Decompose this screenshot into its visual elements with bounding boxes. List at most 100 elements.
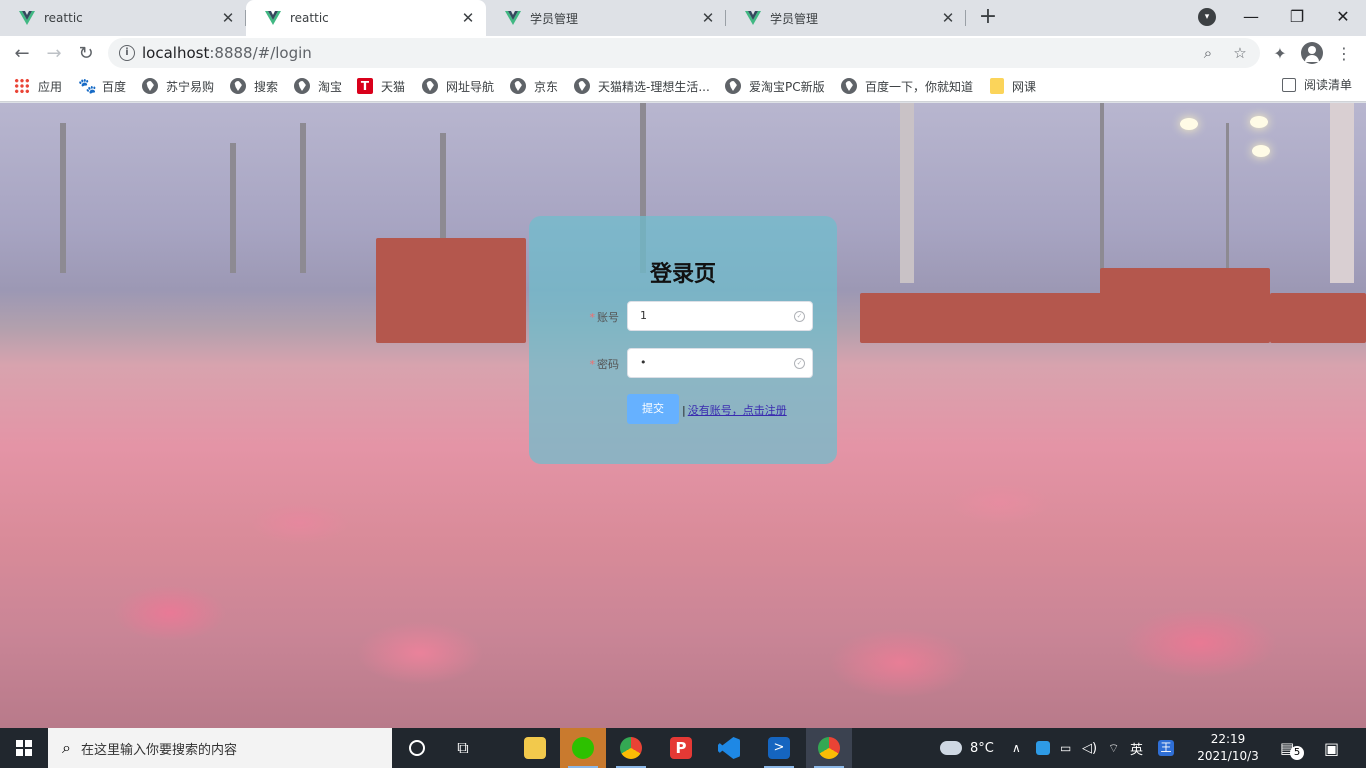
battery-icon[interactable]: ▭ bbox=[1060, 728, 1071, 768]
bookmark-apps[interactable]: 应用 bbox=[14, 76, 62, 96]
taskbar-search[interactable]: ⌕ 在这里输入你要搜索的内容 bbox=[48, 728, 392, 768]
baidu-paw-icon: 🐾 bbox=[78, 77, 97, 95]
windows-logo-icon bbox=[16, 740, 32, 756]
tray-overflow-icon[interactable]: ∧ bbox=[1012, 728, 1021, 768]
bookmark-star-icon[interactable]: ☆ bbox=[1230, 43, 1250, 63]
tab-search-icon[interactable]: ▾ bbox=[1198, 8, 1216, 26]
cortana-icon bbox=[409, 740, 425, 756]
search-placeholder: 在这里输入你要搜索的内容 bbox=[80, 742, 237, 758]
tab-title: reattic bbox=[44, 11, 83, 25]
address-bar[interactable]: i localhost:8888/#/login ⌕ ☆ bbox=[108, 38, 1260, 68]
menu-icon[interactable]: ⋮ bbox=[1332, 41, 1356, 65]
tab-3[interactable]: 学员管理 ✕ bbox=[486, 0, 726, 36]
tab-4[interactable]: 学员管理 ✕ bbox=[726, 0, 966, 36]
pdf-app-icon: P bbox=[670, 737, 692, 759]
bookmark-suning[interactable]: 苏宁易购 bbox=[142, 76, 214, 96]
check-circle-icon: ✓ bbox=[794, 358, 805, 369]
minimize-button[interactable]: — bbox=[1228, 0, 1274, 32]
taskbar-wechat[interactable] bbox=[560, 728, 606, 768]
url-text[interactable]: localhost:8888/#/login bbox=[142, 44, 312, 62]
tab-close-icon[interactable]: ✕ bbox=[460, 10, 476, 26]
taskbar-wps[interactable]: P bbox=[658, 728, 704, 768]
bookmark-aitaobao[interactable]: 爱淘宝PC新版 bbox=[725, 76, 825, 96]
password-label: * 密码 bbox=[589, 358, 620, 371]
account-label: * 账号 bbox=[589, 311, 620, 324]
taskbar-chrome-1[interactable] bbox=[608, 728, 654, 768]
bookmark-baidu[interactable]: 🐾 百度 bbox=[78, 76, 126, 96]
taskbar-explorer[interactable] bbox=[512, 728, 558, 768]
folder-icon bbox=[524, 737, 546, 759]
start-button[interactable] bbox=[0, 728, 48, 768]
restore-button[interactable]: ❐ bbox=[1274, 0, 1320, 32]
clock-time: 22:19 bbox=[1210, 732, 1246, 746]
bookmark-folder-wangke[interactable]: 网课 bbox=[990, 76, 1036, 96]
network-icon[interactable]: ⌔ bbox=[1108, 728, 1119, 768]
vue-logo-icon bbox=[264, 9, 282, 27]
security-icon[interactable] bbox=[1036, 728, 1050, 768]
tab-close-icon[interactable]: ✕ bbox=[220, 10, 236, 26]
windows-taskbar: ⌕ 在这里输入你要搜索的内容 ⧉ P > 8°C ∧ ▭ ◁) ⌔ 英 王 22… bbox=[0, 728, 1366, 768]
bookmark-baidu-search[interactable]: 百度一下，你就知道 bbox=[841, 76, 973, 96]
zoom-icon[interactable]: ⌕ bbox=[1198, 43, 1218, 63]
bookmark-tmall[interactable]: T 天猫 bbox=[357, 76, 405, 96]
clock[interactable]: 22:19 2021/10/3 bbox=[1188, 731, 1268, 765]
reading-list-button[interactable]: 阅读清单 bbox=[1281, 76, 1352, 93]
tab-2[interactable]: reattic ✕ bbox=[246, 0, 486, 36]
globe-icon bbox=[294, 78, 310, 94]
apps-icon bbox=[14, 78, 30, 94]
input-method-icon[interactable]: 王 bbox=[1158, 728, 1174, 768]
reload-button[interactable]: ↻ bbox=[72, 39, 100, 67]
submit-button[interactable]: 提交 bbox=[627, 394, 679, 424]
globe-icon bbox=[725, 78, 741, 94]
bookmark-search[interactable]: 搜索 bbox=[230, 76, 278, 96]
clock-date: 2021/10/3 bbox=[1197, 749, 1259, 763]
new-tab-button[interactable]: + bbox=[976, 6, 1000, 30]
cortana-button[interactable] bbox=[394, 728, 440, 768]
globe-icon bbox=[142, 78, 158, 94]
password-value: • bbox=[640, 356, 647, 369]
profile-avatar[interactable] bbox=[1301, 42, 1323, 64]
site-info-icon[interactable]: i bbox=[119, 45, 135, 61]
notification-badge: 5 bbox=[1290, 746, 1304, 760]
tab-title: 学员管理 bbox=[530, 11, 579, 26]
wechat-icon bbox=[572, 737, 594, 759]
bookmark-tmall-select[interactable]: 天猫精选-理想生活... bbox=[574, 76, 710, 96]
check-circle-icon: ✓ bbox=[794, 311, 805, 322]
taskbar-vscode[interactable] bbox=[706, 728, 752, 768]
tmall-icon: T bbox=[357, 78, 373, 94]
tab-strip: reattic ✕ reattic ✕ 学员管理 ✕ 学员管理 ✕ + ▾ — … bbox=[0, 0, 1366, 36]
globe-icon bbox=[230, 78, 246, 94]
bookmark-nav[interactable]: 网址导航 bbox=[422, 76, 494, 96]
account-input[interactable]: 1 ✓ bbox=[627, 301, 813, 331]
taskbar-powershell[interactable]: > bbox=[756, 728, 802, 768]
tab-title: 学员管理 bbox=[770, 11, 819, 26]
page-title: 登录页 bbox=[649, 262, 716, 287]
search-icon: ⌕ bbox=[62, 738, 71, 757]
action-center-icon[interactable]: ▣ bbox=[1324, 728, 1339, 768]
register-link[interactable]: 没有账号，点击注册 bbox=[688, 404, 787, 417]
tab-close-icon[interactable]: ✕ bbox=[940, 10, 956, 26]
globe-icon bbox=[841, 78, 857, 94]
close-window-button[interactable]: ✕ bbox=[1320, 0, 1366, 32]
ime-indicator[interactable]: 英 bbox=[1130, 728, 1143, 768]
tab-close-icon[interactable]: ✕ bbox=[700, 10, 716, 26]
vue-logo-icon bbox=[18, 9, 36, 27]
password-input[interactable]: • ✓ bbox=[627, 348, 813, 378]
extensions-icon[interactable]: ✦ bbox=[1268, 41, 1292, 65]
account-value: 1 bbox=[640, 309, 647, 322]
tab-title: reattic bbox=[290, 11, 329, 25]
chrome-icon bbox=[620, 737, 642, 759]
tab-1[interactable]: reattic ✕ bbox=[0, 0, 246, 36]
bookmark-taobao[interactable]: 淘宝 bbox=[294, 76, 342, 96]
browser-toolbar: ← → ↻ i localhost:8888/#/login ⌕ ☆ ✦ ⋮ bbox=[0, 36, 1366, 70]
forward-button[interactable]: → bbox=[40, 39, 68, 67]
globe-icon bbox=[574, 78, 590, 94]
taskbar-chrome-2[interactable] bbox=[806, 728, 852, 768]
weather-widget[interactable]: 8°C bbox=[940, 728, 994, 768]
globe-icon bbox=[422, 78, 438, 94]
volume-icon[interactable]: ◁) bbox=[1082, 728, 1097, 768]
back-button[interactable]: ← bbox=[8, 39, 36, 67]
login-page-background: 登录页 * 账号 1 ✓ * 密码 • ✓ 提交 | 没有账号，点击注册 bbox=[0, 103, 1366, 728]
bookmark-jd[interactable]: 京东 bbox=[510, 76, 558, 96]
task-view-button[interactable]: ⧉ bbox=[440, 728, 486, 768]
